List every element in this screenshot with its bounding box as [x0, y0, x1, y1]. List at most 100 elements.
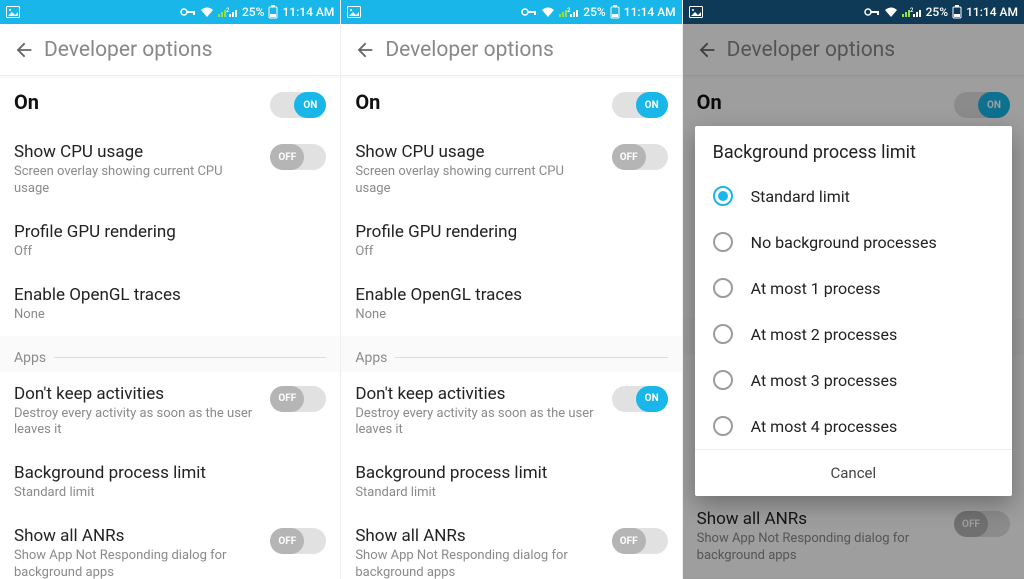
radio-icon: [713, 186, 733, 206]
screen-1: 2 25% 11:14 AM Developer options On ON: [0, 0, 341, 579]
on-label: On: [355, 90, 601, 114]
master-toggle[interactable]: ON: [270, 92, 326, 118]
page-title: Developer options: [385, 38, 553, 62]
clock-text: 11:14 AM: [966, 5, 1018, 19]
key-icon: [521, 7, 537, 17]
radio-icon: [713, 416, 733, 436]
settings-list: On ON Show CPU usage Screen overlay show…: [0, 76, 340, 579]
key-icon: [864, 7, 880, 17]
bgl-sub: Standard limit: [355, 485, 657, 502]
back-icon[interactable]: [10, 36, 38, 64]
row-bg-limit[interactable]: Background process limit Standard limit: [0, 451, 340, 514]
option-2-processes[interactable]: At most 2 processes: [695, 311, 1012, 357]
anr-sub: Show App Not Responding dialog for backg…: [14, 548, 260, 579]
status-bar: 2 25% 11:14 AM: [0, 0, 340, 24]
cpu-title: Show CPU usage: [355, 142, 601, 162]
svg-text:2: 2: [910, 7, 914, 14]
wifi-icon: [200, 7, 214, 18]
row-gpu[interactable]: Profile GPU rendering Off: [0, 210, 340, 273]
option-1-process[interactable]: At most 1 process: [695, 265, 1012, 311]
radio-icon: [713, 324, 733, 344]
cancel-button[interactable]: Cancel: [695, 449, 1012, 496]
battery-text: 25%: [583, 5, 605, 19]
keep-title: Don't keep activities: [355, 384, 601, 404]
wifi-icon: [884, 7, 898, 18]
on-label: On: [14, 90, 260, 114]
anr-sub: Show App Not Responding dialog for backg…: [355, 548, 601, 579]
keep-sub: Destroy every activity as soon as the us…: [355, 406, 601, 440]
radio-icon: [713, 232, 733, 252]
cpu-sub: Screen overlay showing current CPU usage: [14, 164, 260, 198]
cpu-title: Show CPU usage: [14, 142, 260, 162]
keep-sub: Destroy every activity as soon as the us…: [14, 406, 260, 440]
row-gpu[interactable]: Profile GPU rendering Off: [341, 210, 681, 273]
opengl-title: Enable OpenGL traces: [14, 285, 316, 305]
radio-icon: [713, 370, 733, 390]
option-4-processes[interactable]: At most 4 processes: [695, 403, 1012, 449]
image-icon: [347, 6, 361, 18]
section-apps: Apps: [0, 336, 340, 372]
row-keep-activities[interactable]: Don't keep activities Destroy every acti…: [341, 372, 681, 452]
back-icon[interactable]: [351, 36, 379, 64]
anr-toggle[interactable]: OFF: [612, 528, 668, 554]
cpu-sub: Screen overlay showing current CPU usage: [355, 164, 601, 198]
row-anr[interactable]: Show all ANRs Show App Not Responding di…: [0, 514, 340, 579]
screen-3: 2 25% 11:14 AM Developer options On ON S…: [683, 0, 1024, 579]
battery-text: 25%: [242, 5, 264, 19]
anr-title: Show all ANRs: [355, 526, 601, 546]
row-cpu[interactable]: Show CPU usage Screen overlay showing cu…: [0, 130, 340, 210]
row-cpu[interactable]: Show CPU usage Screen overlay showing cu…: [341, 130, 681, 210]
row-anr[interactable]: Show all ANRs Show App Not Responding di…: [341, 514, 681, 579]
battery-icon: [610, 5, 620, 19]
clock-text: 11:14 AM: [282, 5, 334, 19]
svg-text:2: 2: [567, 7, 571, 14]
screen-2: 2 25% 11:14 AM Developer options On ON S…: [341, 0, 682, 579]
radio-icon: [713, 278, 733, 298]
gpu-sub: Off: [355, 244, 657, 261]
gpu-title: Profile GPU rendering: [14, 222, 316, 242]
key-icon: [180, 7, 196, 17]
keep-toggle[interactable]: ON: [612, 386, 668, 412]
status-bar: 2 25% 11:14 AM: [683, 0, 1024, 24]
signal-icon: 2: [218, 7, 238, 18]
dialog-options: Standard limit No background processes A…: [695, 173, 1012, 449]
cpu-toggle[interactable]: OFF: [270, 144, 326, 170]
option-3-processes[interactable]: At most 3 processes: [695, 357, 1012, 403]
battery-icon: [952, 5, 962, 19]
option-standard-limit[interactable]: Standard limit: [695, 173, 1012, 219]
section-apps: Apps: [341, 336, 681, 372]
battery-icon: [268, 5, 278, 19]
master-toggle-row: On ON: [0, 78, 340, 130]
settings-list: On ON Show CPU usage Screen overlay show…: [341, 76, 681, 579]
bgl-title: Background process limit: [14, 463, 316, 483]
row-bg-limit[interactable]: Background process limit Standard limit: [341, 451, 681, 514]
header: Developer options: [0, 24, 340, 76]
master-toggle-row: On ON: [341, 78, 681, 130]
cpu-toggle[interactable]: OFF: [612, 144, 668, 170]
bg-limit-dialog: Background process limit Standard limit …: [695, 126, 1012, 496]
wifi-icon: [541, 7, 555, 18]
gpu-sub: Off: [14, 244, 316, 261]
battery-text: 25%: [926, 5, 948, 19]
keep-toggle[interactable]: OFF: [270, 386, 326, 412]
opengl-title: Enable OpenGL traces: [355, 285, 657, 305]
keep-title: Don't keep activities: [14, 384, 260, 404]
signal-icon: 2: [902, 7, 922, 18]
header: Developer options: [341, 24, 681, 76]
row-opengl[interactable]: Enable OpenGL traces None: [341, 273, 681, 336]
bgl-sub: Standard limit: [14, 485, 316, 502]
option-no-bg[interactable]: No background processes: [695, 219, 1012, 265]
image-icon: [689, 6, 703, 18]
page-title: Developer options: [44, 38, 212, 62]
anr-toggle[interactable]: OFF: [270, 528, 326, 554]
master-toggle[interactable]: ON: [612, 92, 668, 118]
clock-text: 11:14 AM: [624, 5, 676, 19]
row-opengl[interactable]: Enable OpenGL traces None: [0, 273, 340, 336]
anr-title: Show all ANRs: [14, 526, 260, 546]
opengl-sub: None: [14, 307, 316, 324]
bgl-title: Background process limit: [355, 463, 657, 483]
svg-text:2: 2: [226, 7, 230, 14]
dialog-title: Background process limit: [695, 126, 1012, 173]
row-keep-activities[interactable]: Don't keep activities Destroy every acti…: [0, 372, 340, 452]
gpu-title: Profile GPU rendering: [355, 222, 657, 242]
